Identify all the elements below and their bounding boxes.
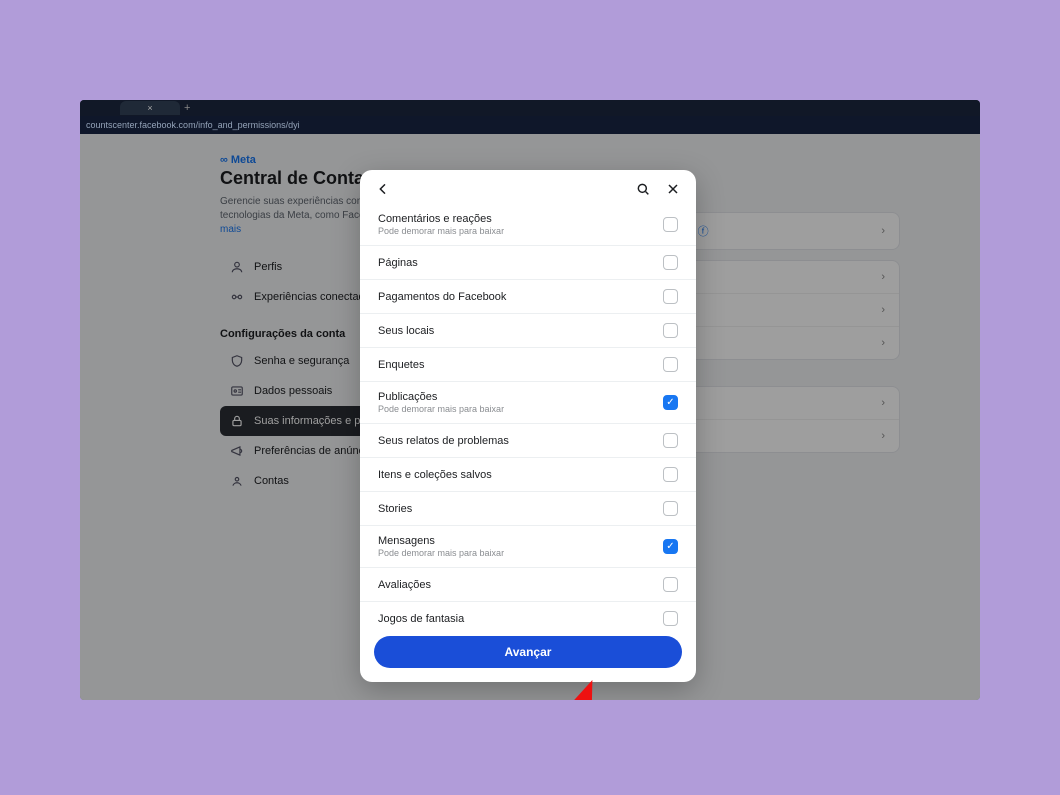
url-bar[interactable]: countscenter.facebook.com/info_and_permi… bbox=[80, 116, 980, 134]
category-checkbox[interactable] bbox=[663, 357, 678, 372]
data-category-row[interactable]: PublicaçõesPode demorar mais para baixar… bbox=[360, 382, 696, 424]
category-subtext: Pode demorar mais para baixar bbox=[378, 226, 504, 236]
category-checkbox[interactable] bbox=[663, 577, 678, 592]
data-category-row[interactable]: Comentários e reaçõesPode demorar mais p… bbox=[360, 204, 696, 246]
category-label: Pagamentos do Facebook bbox=[378, 291, 506, 303]
browser-window: × + countscenter.facebook.com/info_and_p… bbox=[80, 100, 980, 700]
data-category-row[interactable]: Stories bbox=[360, 492, 696, 526]
category-label: Stories bbox=[378, 503, 412, 515]
data-category-row[interactable]: Avaliações bbox=[360, 568, 696, 602]
category-checkbox[interactable] bbox=[663, 289, 678, 304]
category-checkbox[interactable]: ✓ bbox=[663, 539, 678, 554]
data-category-row[interactable]: MensagensPode demorar mais para baixar ✓ bbox=[360, 526, 696, 568]
data-category-row[interactable]: Páginas bbox=[360, 246, 696, 280]
category-checkbox[interactable] bbox=[663, 323, 678, 338]
close-icon[interactable] bbox=[664, 180, 682, 198]
advance-button[interactable]: Avançar bbox=[374, 636, 682, 668]
modal-footer: Avançar bbox=[360, 626, 696, 682]
category-label: Seus locais bbox=[378, 325, 434, 337]
category-subtext: Pode demorar mais para baixar bbox=[378, 404, 504, 414]
category-checkbox[interactable] bbox=[663, 433, 678, 448]
search-icon[interactable] bbox=[634, 180, 652, 198]
select-data-modal: Comentários e reaçõesPode demorar mais p… bbox=[360, 170, 696, 682]
category-checkbox[interactable] bbox=[663, 255, 678, 270]
data-category-list[interactable]: Comentários e reaçõesPode demorar mais p… bbox=[360, 204, 696, 626]
data-category-row[interactable]: Seus locais bbox=[360, 314, 696, 348]
category-subtext: Pode demorar mais para baixar bbox=[378, 548, 504, 558]
category-label: Publicações bbox=[378, 391, 504, 403]
category-checkbox[interactable]: ✓ bbox=[663, 395, 678, 410]
modal-header bbox=[360, 170, 696, 204]
category-checkbox[interactable] bbox=[663, 467, 678, 482]
browser-tab[interactable]: × bbox=[120, 101, 180, 115]
category-label: Itens e coleções salvos bbox=[378, 469, 492, 481]
new-tab-button[interactable]: + bbox=[184, 102, 190, 114]
url-text: countscenter.facebook.com/info_and_permi… bbox=[86, 120, 300, 130]
category-label: Páginas bbox=[378, 257, 418, 269]
close-icon[interactable]: × bbox=[147, 103, 152, 113]
category-label: Enquetes bbox=[378, 359, 424, 371]
data-category-row[interactable]: Pagamentos do Facebook bbox=[360, 280, 696, 314]
category-label: Comentários e reações bbox=[378, 213, 504, 225]
category-checkbox[interactable] bbox=[663, 501, 678, 516]
category-checkbox[interactable] bbox=[663, 611, 678, 626]
data-category-row[interactable]: Itens e coleções salvos bbox=[360, 458, 696, 492]
category-label: Mensagens bbox=[378, 535, 504, 547]
category-label: Seus relatos de problemas bbox=[378, 435, 509, 447]
data-category-row[interactable]: Enquetes bbox=[360, 348, 696, 382]
category-checkbox[interactable] bbox=[663, 217, 678, 232]
category-label: Jogos de fantasia bbox=[378, 613, 464, 625]
data-category-row[interactable]: Seus relatos de problemas bbox=[360, 424, 696, 458]
data-category-row[interactable]: Jogos de fantasia bbox=[360, 602, 696, 626]
back-icon[interactable] bbox=[374, 180, 392, 198]
category-label: Avaliações bbox=[378, 579, 431, 591]
browser-tab-strip: × + bbox=[80, 100, 980, 116]
